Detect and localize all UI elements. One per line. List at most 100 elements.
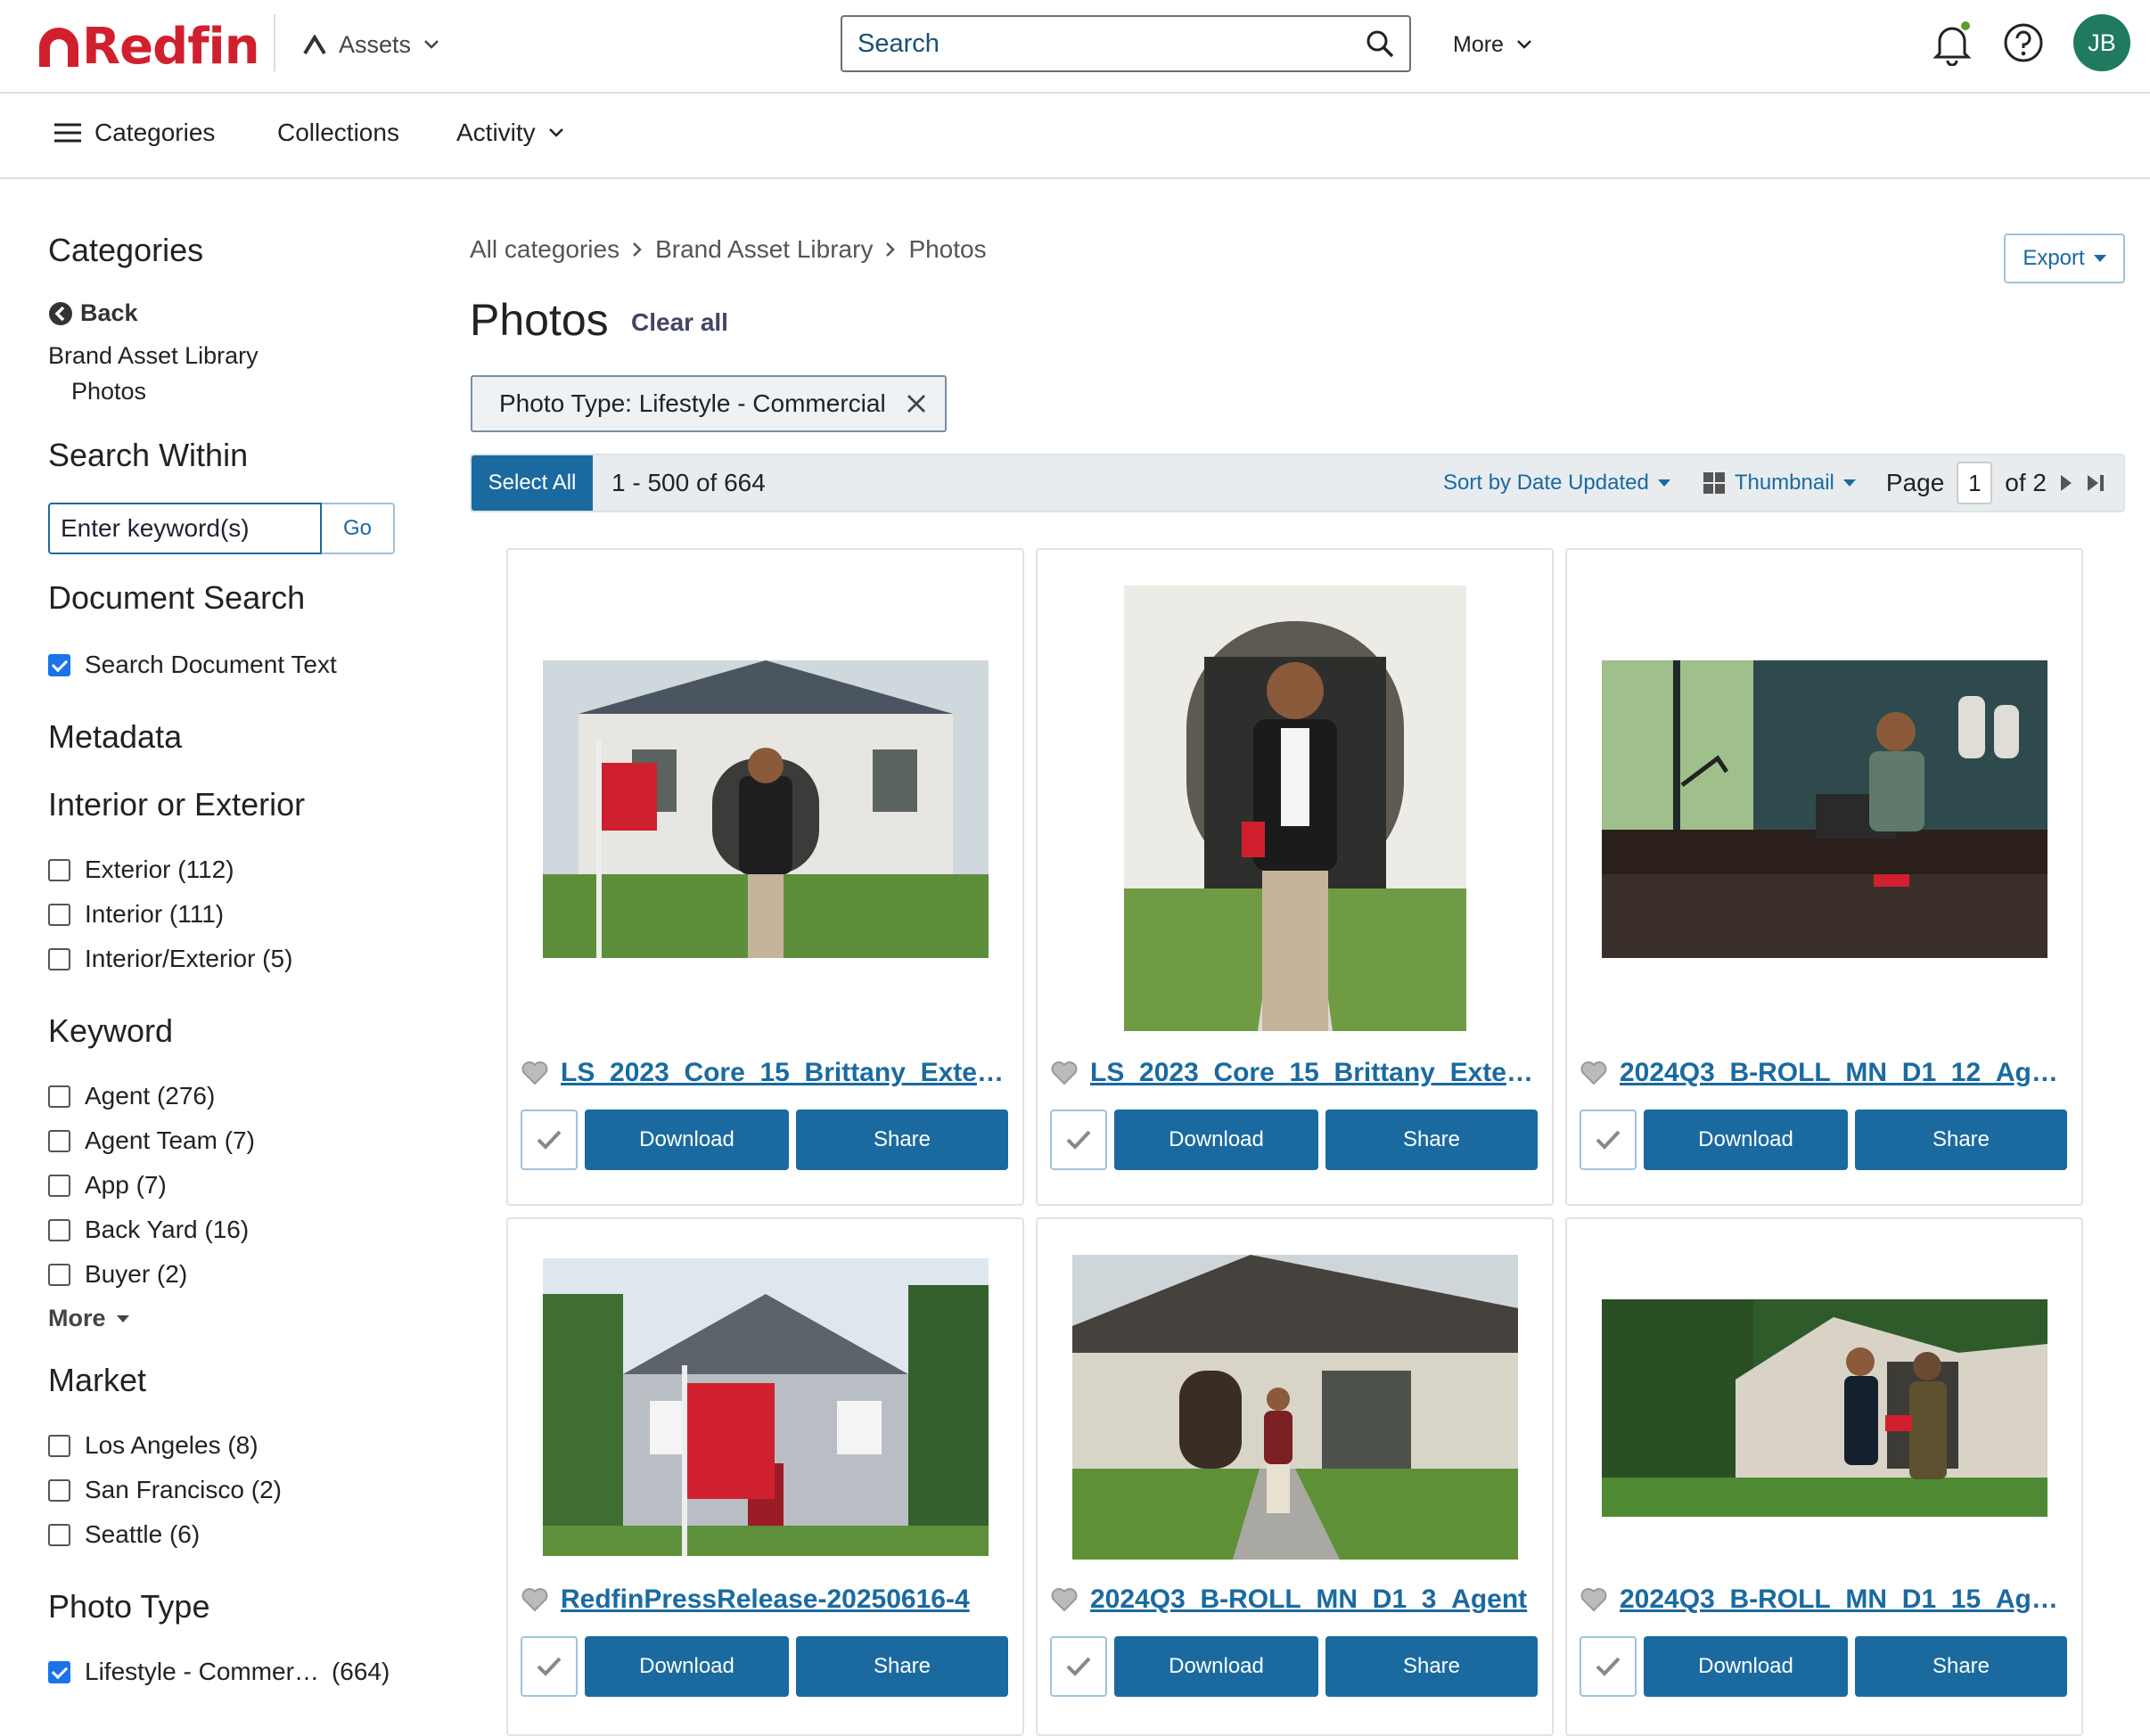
select-asset-button[interactable] [1050,1636,1107,1697]
filter-option[interactable]: Los Angeles (8) [48,1431,258,1460]
result-count: 1 - 500 of 664 [611,469,766,496]
export-button[interactable]: Export [2004,233,2125,283]
share-button[interactable]: Share [1855,1636,2067,1697]
view-dropdown[interactable]: Thumbnail [1703,471,1856,495]
select-asset-button[interactable] [1050,1110,1107,1170]
asset-title-link[interactable]: RedfinPressRelease-20250616-4 [561,1585,1007,1615]
redfin-logo[interactable]: Redfin [36,18,260,76]
asset-thumbnail[interactable] [508,660,1022,958]
filter-option[interactable]: App (7) [48,1171,167,1200]
download-button[interactable]: Download [585,1636,789,1697]
asset-title-link[interactable]: 2024Q3_B-ROLL_MN_D1_3_Agent [1090,1585,1537,1615]
download-button[interactable]: Download [1114,1110,1318,1170]
option-label: Los Angeles (8) [85,1431,258,1459]
nav-categories[interactable]: Categories [53,119,215,147]
heart-icon[interactable] [1051,1588,1078,1611]
asset-title-link[interactable]: 2024Q3_B-ROLL_MN_D1_12_Agent [1620,1058,2066,1088]
checkbox[interactable] [48,1174,70,1197]
download-button[interactable]: Download [1114,1636,1318,1697]
nav-activity[interactable]: Activity [456,119,564,147]
filter-option[interactable]: Agent Team (7) [48,1126,255,1155]
sort-dropdown[interactable]: Sort by Date Updated [1443,471,1670,495]
nav-categories-label: Categories [94,119,216,146]
more-keywords-link[interactable]: More [48,1305,129,1332]
checkbox[interactable] [48,1129,70,1152]
asset-thumbnail[interactable] [508,1258,1022,1556]
checkbox[interactable] [48,1478,70,1502]
share-button[interactable]: Share [796,1110,1008,1170]
share-button[interactable]: Share [796,1636,1008,1697]
search-document-text-option[interactable]: Search Document Text [48,651,337,679]
download-button[interactable]: Download [1644,1110,1848,1170]
filter-option[interactable]: Interior (111) [48,900,224,929]
grid-icon [1703,472,1725,494]
filter-option[interactable]: Seattle (6) [48,1520,200,1549]
filter-option[interactable]: San Francisco (2) [48,1476,282,1504]
clear-all-link[interactable]: Clear all [631,308,728,337]
checkbox[interactable] [48,858,70,881]
go-button[interactable]: Go [322,503,395,554]
last-page-icon[interactable] [2086,473,2105,493]
share-button[interactable]: Share [1325,1636,1538,1697]
keyword-input[interactable] [48,503,322,554]
asset-title-link[interactable]: LS_2023_Core_15_Brittany_Exterior [1090,1058,1537,1088]
asset-title-link[interactable]: LS_2023_Core_15_Brittany_Exterior [561,1058,1007,1088]
select-asset-button[interactable] [1580,1636,1637,1697]
search-input[interactable] [858,29,1365,59]
breadcrumb-brand-asset-library[interactable]: Brand Asset Library [655,235,873,264]
share-button[interactable]: Share [1325,1110,1538,1170]
help-icon[interactable] [2003,22,2044,63]
global-search[interactable] [841,15,1411,72]
select-asset-button[interactable] [521,1636,578,1697]
nav-collections[interactable]: Collections [277,119,399,147]
heart-icon[interactable] [1051,1061,1078,1085]
search-icon[interactable] [1365,29,1395,59]
avatar[interactable]: JB [2073,14,2130,71]
filter-option[interactable]: Back Yard (16) [48,1216,249,1244]
back-link[interactable]: Back [48,299,138,327]
page-number-input[interactable]: 1 [1957,462,1993,504]
checkbox[interactable] [48,1085,70,1108]
product-switcher[interactable]: Assets [303,25,439,64]
download-button[interactable]: Download [1644,1636,1848,1697]
bell-icon[interactable] [1933,21,1972,66]
asset-title-link[interactable]: 2024Q3_B-ROLL_MN_D1_15_Agent [1620,1585,2066,1615]
checkbox[interactable] [48,1263,70,1286]
close-icon[interactable] [906,393,927,414]
heart-icon[interactable] [1580,1061,1607,1085]
categories-heading: Categories [48,232,204,268]
tree-brand-asset-library[interactable]: Brand Asset Library [48,342,258,370]
asset-thumbnail[interactable] [1038,585,1552,1031]
next-page-icon[interactable] [2059,473,2073,493]
filter-option[interactable]: Exterior (112) [48,856,234,884]
checkbox[interactable] [48,1434,70,1457]
asset-thumbnail[interactable] [1567,660,2081,958]
select-asset-button[interactable] [1580,1110,1637,1170]
filter-option[interactable]: Interior/Exterior (5) [48,945,292,973]
more-menu[interactable]: More [1453,27,1532,62]
checkbox[interactable] [48,947,70,970]
asset-thumbnail[interactable] [1038,1255,1552,1560]
filter-option[interactable]: Agent (276) [48,1082,215,1110]
heart-icon[interactable] [1580,1588,1607,1611]
checkbox[interactable] [48,1218,70,1241]
heart-icon[interactable] [521,1061,548,1085]
option-label: Interior (111) [85,900,225,928]
option-label: Search Document Text [85,651,337,678]
option-label: Buyer (2) [85,1260,188,1288]
tree-photos[interactable]: Photos [71,378,146,405]
share-button[interactable]: Share [1855,1110,2067,1170]
download-button[interactable]: Download [585,1110,789,1170]
filter-option[interactable]: Buyer (2) [48,1260,187,1289]
results-toolbar: Select All 1 - 500 of 664 Sort by Date U… [470,454,2125,512]
checkbox[interactable] [48,903,70,926]
checkbox[interactable] [48,1660,70,1683]
breadcrumb-all-categories[interactable]: All categories [470,235,620,264]
heart-icon[interactable] [521,1588,548,1611]
checkbox[interactable] [48,653,70,676]
select-asset-button[interactable] [521,1110,578,1170]
filter-option[interactable]: Lifestyle - Commer… (664) [48,1658,390,1686]
checkbox[interactable] [48,1523,70,1546]
select-all-button[interactable]: Select All [472,455,593,511]
asset-thumbnail[interactable] [1567,1299,2081,1517]
